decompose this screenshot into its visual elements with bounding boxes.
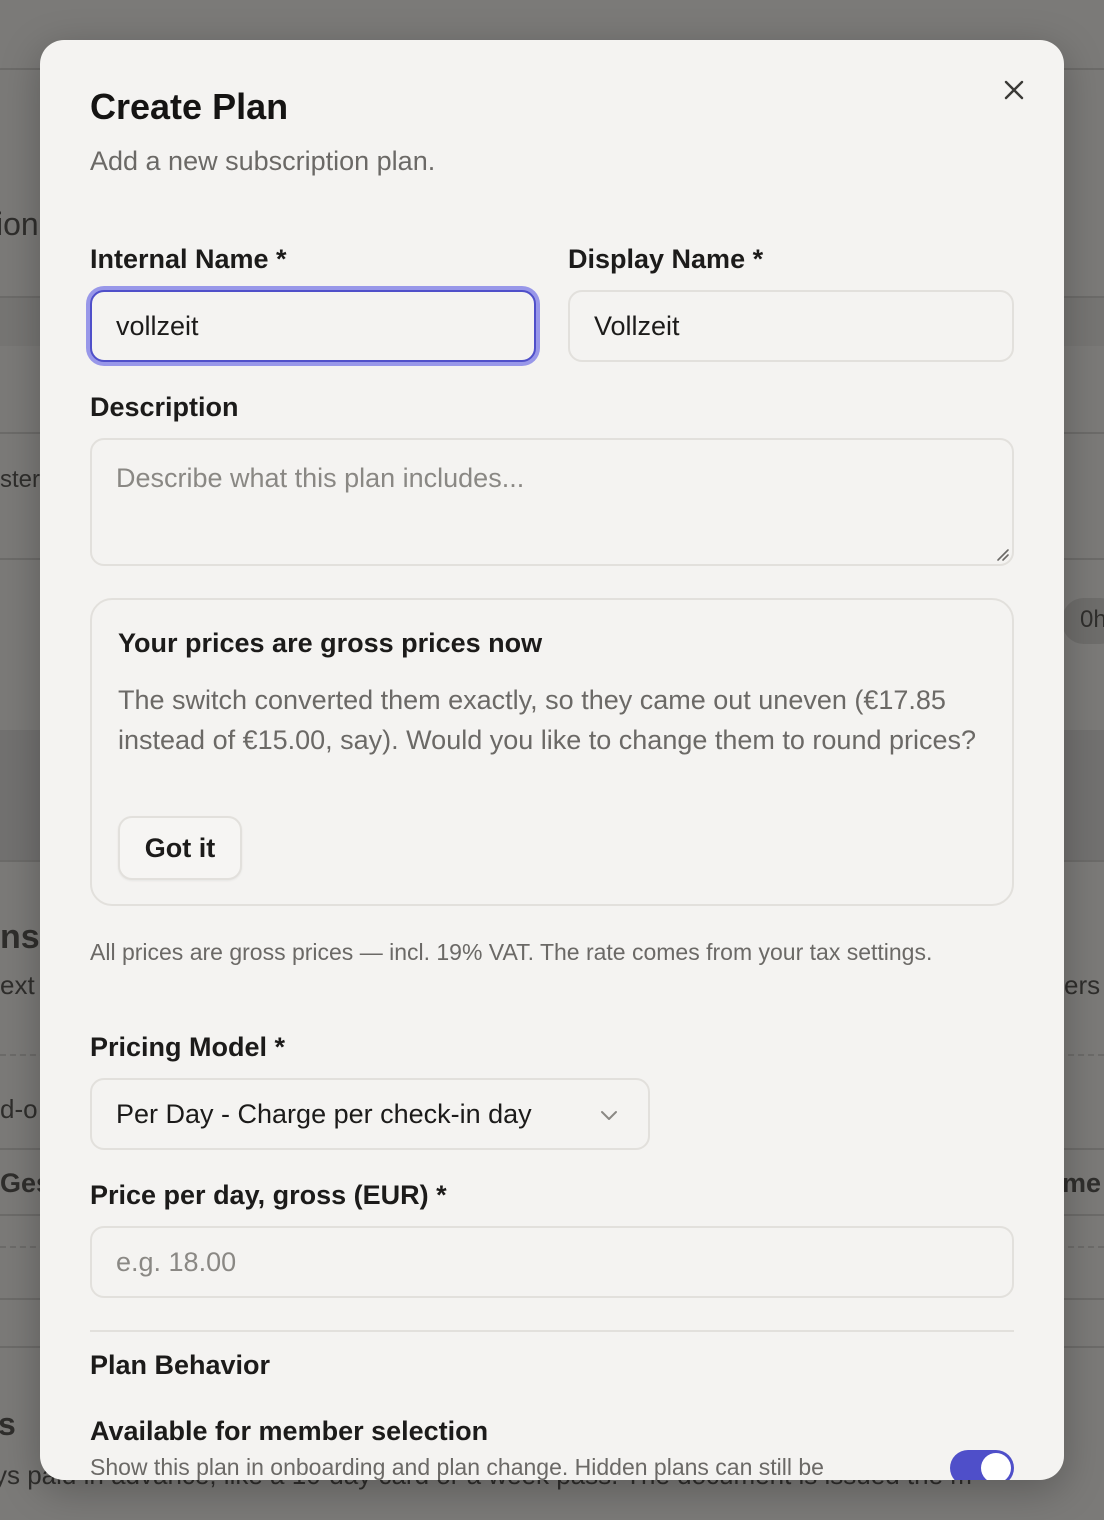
- dialog-title: Create Plan: [90, 86, 289, 127]
- description-label: Description: [90, 392, 239, 422]
- close-icon: [1004, 80, 1024, 100]
- bg-text: d-o: [0, 1094, 38, 1124]
- dialog-subtitle: Add a new subscription plan.: [90, 146, 436, 176]
- bg-text: ion: [0, 206, 39, 242]
- bg-text: ster: [0, 466, 41, 493]
- price-per-day-label: Price per day, gross (EUR) *: [90, 1180, 447, 1210]
- pricing-model-label: Pricing Model *: [90, 1032, 286, 1062]
- plan-behavior-heading: Plan Behavior: [90, 1350, 271, 1380]
- create-plan-dialog: Create Plan Add a new subscription plan.…: [40, 40, 1064, 1480]
- close-button[interactable]: [994, 70, 1034, 110]
- gross-prices-notice: Your prices are gross prices now The swi…: [90, 598, 1014, 906]
- available-selection-toggle[interactable]: [950, 1450, 1014, 1480]
- bg-heading: ns: [0, 918, 40, 956]
- bg-heading: s: [0, 1406, 16, 1442]
- internal-name-input[interactable]: [90, 290, 536, 362]
- bg-text: me: [1062, 1168, 1102, 1198]
- pricing-model-value: Per Day - Charge per check-in day: [116, 1098, 532, 1129]
- got-it-button[interactable]: Got it: [118, 816, 242, 880]
- resize-handle-icon[interactable]: [994, 546, 1010, 562]
- section-divider: [90, 1330, 1014, 1332]
- display-name-input[interactable]: [568, 290, 1014, 362]
- display-name-label: Display Name *: [568, 244, 764, 274]
- bg-text: 0h: [1080, 606, 1104, 633]
- bg-text: ers: [1064, 970, 1101, 1000]
- notice-title: Your prices are gross prices now: [118, 628, 543, 658]
- internal-name-label: Internal Name *: [90, 244, 287, 274]
- available-selection-label: Available for member selection: [90, 1416, 489, 1446]
- toggle-knob: [981, 1453, 1011, 1480]
- price-per-day-input[interactable]: [90, 1226, 1014, 1298]
- pricing-model-select[interactable]: Per Day - Charge per check-in day: [90, 1078, 650, 1150]
- chevron-down-icon: [601, 1111, 617, 1120]
- vat-helper-text: All prices are gross prices — incl. 19% …: [90, 939, 933, 965]
- bg-text: ext: [0, 970, 35, 1000]
- notice-body: The switch converted them exactly, so th…: [118, 685, 977, 755]
- available-selection-description: Show this plan in onboarding and plan ch…: [90, 1454, 824, 1480]
- description-textarea[interactable]: [90, 438, 1014, 566]
